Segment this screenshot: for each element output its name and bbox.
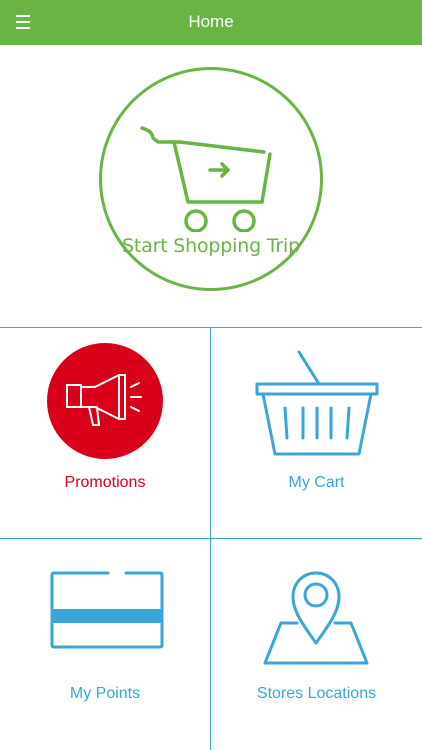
my-cart-label: My Cart: [288, 474, 345, 491]
promotions-tile[interactable]: Promotions: [0, 328, 211, 539]
my-points-tile[interactable]: My Points: [0, 539, 211, 750]
app-screen: Home Start Shopping Trip Promotions My C…: [0, 0, 422, 750]
my-cart-tile[interactable]: My Cart: [211, 328, 422, 539]
megaphone-icon: [66, 374, 142, 426]
hero-section: Start Shopping Trip: [0, 45, 422, 327]
top-bar: Home: [0, 0, 422, 45]
menu-grid: Promotions My Cart My Points Stores Loca…: [0, 327, 422, 750]
basket-icon: [255, 350, 379, 456]
stores-locations-tile[interactable]: Stores Locations: [211, 539, 422, 750]
promotions-icon-background: [47, 343, 163, 459]
page-title: Home: [188, 12, 234, 31]
promotions-label: Promotions: [64, 474, 146, 491]
start-shopping-trip-label: Start Shopping Trip: [122, 235, 300, 257]
my-points-label: My Points: [69, 685, 141, 702]
card-icon: [50, 571, 164, 649]
shopping-cart-arrow-icon: [140, 126, 272, 232]
map-pin-icon: [263, 571, 369, 665]
stores-locations-label: Stores Locations: [256, 685, 377, 702]
start-shopping-trip-button[interactable]: Start Shopping Trip: [99, 67, 323, 291]
